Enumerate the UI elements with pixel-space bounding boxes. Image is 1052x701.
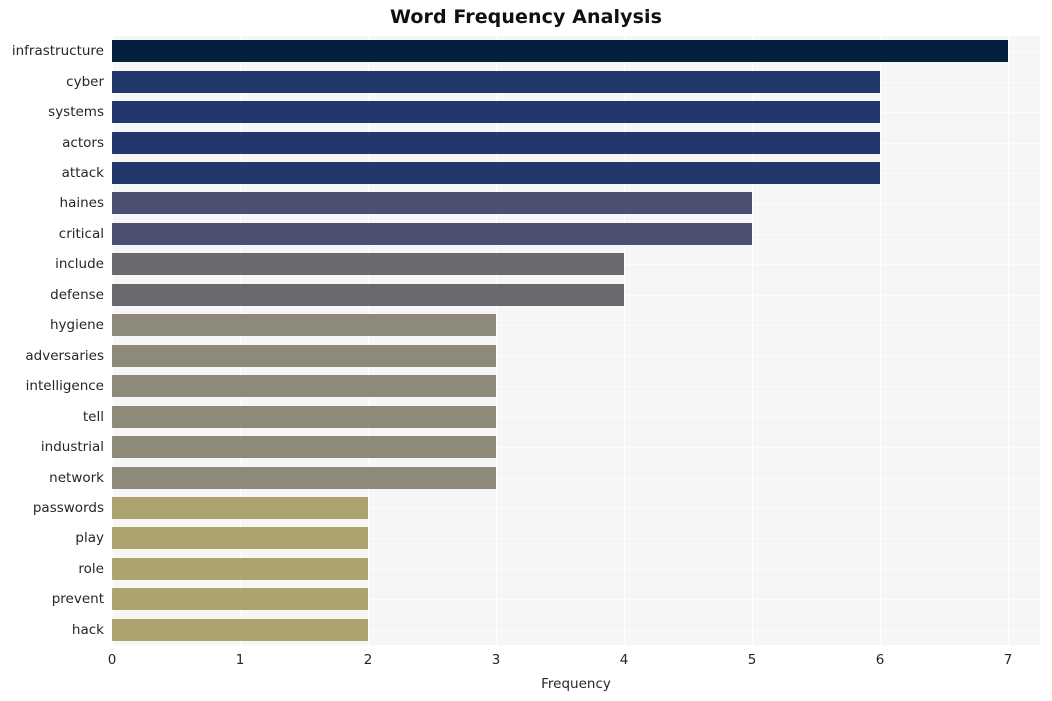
bar[interactable]: [112, 466, 496, 489]
y-tick-label: adversaries: [25, 347, 104, 364]
bar[interactable]: [112, 527, 368, 550]
x-gridline: [624, 36, 625, 645]
bar[interactable]: [112, 557, 368, 580]
x-gridline: [752, 36, 753, 645]
bar[interactable]: [112, 101, 880, 124]
bar[interactable]: [112, 70, 880, 93]
y-tick-label: attack: [61, 165, 104, 182]
y-tick-label: tell: [82, 408, 104, 425]
bar[interactable]: [112, 40, 1008, 63]
x-gridline: [240, 36, 241, 645]
bar[interactable]: [112, 253, 624, 276]
plot-area: [112, 36, 1040, 645]
bar[interactable]: [112, 496, 368, 519]
y-tick-label: intelligence: [25, 378, 104, 395]
x-tick-label: 3: [491, 652, 501, 668]
bar[interactable]: [112, 344, 496, 367]
bar[interactable]: [112, 162, 880, 185]
bar[interactable]: [112, 436, 496, 459]
chart-figure: Word Frequency Analysis infrastructure cy…: [0, 0, 1052, 701]
x-tick-label: 2: [363, 652, 373, 668]
y-tick-label: defense: [50, 286, 104, 303]
x-gridline: [368, 36, 369, 645]
y-tick-label: network: [49, 469, 104, 486]
x-gridline: [496, 36, 497, 645]
x-gridline: [1008, 36, 1009, 645]
x-axis-label: Frequency: [541, 676, 611, 692]
bar[interactable]: [112, 618, 368, 641]
x-tick-label: 7: [1003, 652, 1013, 668]
bar[interactable]: [112, 375, 496, 398]
y-tick-label: role: [78, 560, 104, 577]
bar[interactable]: [112, 314, 496, 337]
y-tick-label: infrastructure: [11, 43, 104, 60]
bar[interactable]: [112, 283, 624, 306]
x-gridline: [880, 36, 881, 645]
bar[interactable]: [112, 588, 368, 611]
y-tick-label: include: [55, 256, 104, 273]
y-tick-label: actors: [62, 134, 104, 151]
y-tick-label: industrial: [40, 439, 104, 456]
chart-title: Word Frequency Analysis: [389, 6, 663, 28]
y-tick-label: systems: [48, 104, 104, 121]
x-gridline: [112, 36, 113, 645]
y-tick-label: critical: [58, 225, 104, 242]
y-tick-label: play: [75, 530, 104, 547]
x-tick-label: 0: [107, 652, 117, 668]
y-axis: infrastructure cyber systems actors attack ha…: [0, 36, 104, 645]
x-tick-label: 1: [235, 652, 245, 668]
x-tick-label: 6: [875, 652, 885, 668]
x-tick-label: 5: [747, 652, 757, 668]
bar[interactable]: [112, 131, 880, 154]
bar[interactable]: [112, 222, 752, 245]
y-tick-label: cyber: [66, 73, 104, 90]
y-tick-label: haines: [59, 195, 104, 212]
x-tick-label: 4: [619, 652, 629, 668]
y-tick-label: passwords: [32, 499, 104, 516]
y-tick-label: hack: [71, 621, 104, 638]
bar[interactable]: [112, 405, 496, 428]
y-tick-label: prevent: [51, 591, 104, 608]
y-tick-label: hygiene: [49, 317, 104, 334]
x-axis: Frequency 0 1 2 3 4 5 6 7: [0, 645, 1052, 701]
bar[interactable]: [112, 192, 752, 215]
